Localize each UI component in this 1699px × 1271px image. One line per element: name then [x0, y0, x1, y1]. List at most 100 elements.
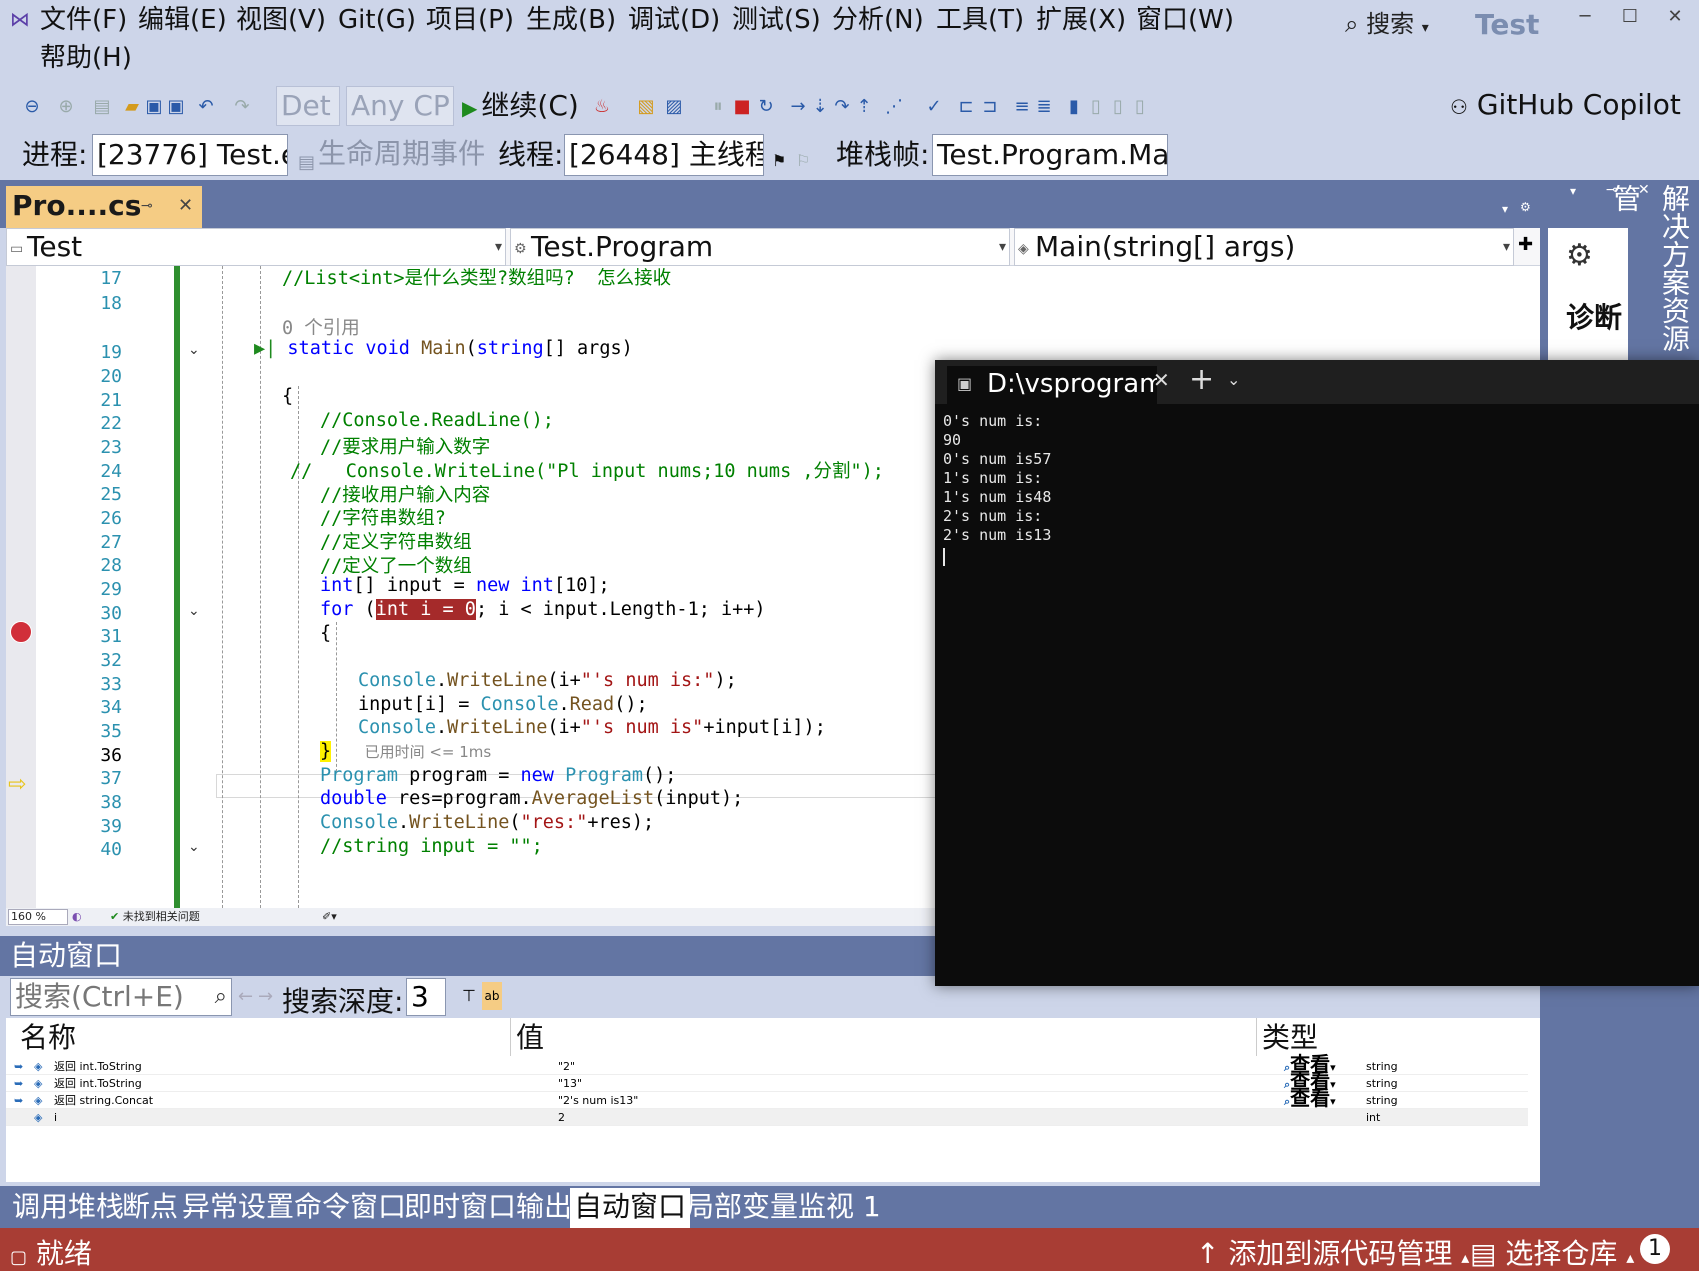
step-over-icon[interactable]: ↷	[832, 96, 852, 117]
hot-reload-icon[interactable]: ♨	[592, 96, 612, 117]
gear-icon[interactable]: ⚙	[1566, 238, 1593, 273]
restart-icon[interactable]: ↻	[756, 96, 776, 117]
member-combo[interactable]: ◈ Main(string[] args) ▾	[1014, 228, 1514, 266]
clear-bookmarks-icon[interactable]: ▯	[1130, 96, 1150, 117]
save-icon[interactable]: ▣	[144, 96, 164, 117]
new-tab-icon[interactable]: +	[1189, 362, 1214, 397]
menu-file[interactable]: 文件(F)	[40, 4, 127, 36]
pause-icon[interactable]: ⏸	[708, 96, 728, 117]
tab-overflow-icon[interactable]: ▾	[1502, 202, 1508, 216]
column-header-value[interactable]: 值	[516, 1020, 544, 1056]
tab-call-stack[interactable]: 调用堆栈	[8, 1188, 128, 1228]
undo-icon[interactable]: ↶	[196, 96, 216, 117]
tab-command-window[interactable]: 命令窗口	[290, 1188, 410, 1228]
collapse-icon[interactable]: ⌄	[188, 342, 200, 358]
continue-button[interactable]: ▶ 继续(C)	[462, 88, 579, 126]
tab-output[interactable]: 输出	[512, 1188, 576, 1228]
tab-breakpoints[interactable]: 断点	[118, 1188, 182, 1228]
menu-extensions[interactable]: 扩展(X)	[1036, 4, 1126, 36]
tab-exception-settings[interactable]: 异常设置	[178, 1188, 298, 1228]
maximize-button[interactable]: ☐	[1610, 6, 1650, 27]
tab-autos[interactable]: 自动窗口	[570, 1188, 691, 1228]
column-header-type[interactable]: 类型	[1262, 1020, 1318, 1056]
step-out-icon[interactable]: ⇡	[854, 96, 874, 117]
menu-tools[interactable]: 工具(T)	[936, 4, 1024, 36]
github-copilot-button[interactable]: ⚇ GitHub Copilot	[1450, 88, 1681, 121]
back-icon[interactable]: ⊖	[22, 96, 42, 117]
show-threads-icon[interactable]: ⚐	[796, 142, 810, 180]
format-icon[interactable]: ≡	[1012, 96, 1032, 117]
autos-search-input[interactable]: 搜索(Ctrl+E) ⌕	[10, 978, 232, 1016]
stack-frame-combo[interactable]: Test.Program.Ma	[932, 134, 1168, 176]
flag-icon[interactable]: ⚑	[772, 142, 786, 180]
menu-help[interactable]: 帮助(H)	[40, 42, 132, 74]
document-tab[interactable]: Pro....cs ⊸ ✕	[6, 186, 202, 228]
prev-bookmark-icon[interactable]: ▯	[1086, 96, 1106, 117]
next-bookmark-icon[interactable]: ▯	[1108, 96, 1128, 117]
zoom-combo[interactable]: 160 %	[8, 909, 68, 925]
platform-combo[interactable]: Any CP	[346, 86, 454, 126]
collapse-icon[interactable]: ⌄	[188, 839, 200, 855]
chevron-down-icon[interactable]: ⌄	[1227, 370, 1240, 389]
tab-immediate-window[interactable]: 即时窗口	[400, 1188, 520, 1228]
cleanup-icon[interactable]: ✐▾	[322, 908, 337, 926]
pin-filter-icon[interactable]: ⊤	[462, 986, 476, 1005]
step-into-icon[interactable]: ⇣	[810, 96, 830, 117]
issues-indicator[interactable]: ✔ 未找到相关问题	[110, 908, 200, 926]
redo-icon[interactable]: ↷	[232, 96, 252, 117]
hex-icon[interactable]: ⋰	[884, 96, 904, 117]
comment-icon[interactable]: ⊏	[956, 96, 976, 117]
table-row[interactable]: ◈ i 2 int	[6, 1109, 1528, 1126]
collapse-icon[interactable]: ⌄	[188, 603, 200, 619]
menu-window[interactable]: 窗口(W)	[1136, 4, 1234, 36]
close-tab-icon[interactable]: ✕	[1153, 368, 1170, 392]
chevron-down-icon[interactable]: ▾	[1570, 184, 1576, 198]
open-folder-icon[interactable]: ▰	[122, 96, 142, 117]
diagnostics-icon[interactable]: ▨	[664, 96, 684, 117]
column-header-name[interactable]: 名称	[20, 1020, 76, 1056]
thread-combo[interactable]: [26448] 主线程	[564, 134, 764, 176]
settings-small-icon[interactable]: ⚙	[1520, 200, 1531, 214]
menu-build[interactable]: 生成(B)	[526, 4, 616, 36]
spell-check-icon[interactable]: ✓	[924, 96, 944, 117]
search-depth-combo[interactable]: 3	[406, 978, 446, 1016]
menu-analyze[interactable]: 分析(N)	[832, 4, 924, 36]
process-combo[interactable]: [23776] Test.e	[92, 134, 288, 176]
view-button[interactable]: ⌕查看▾	[1284, 1088, 1336, 1110]
table-row[interactable]: ➥ ◈ 返回 string.Concat "2's num is13" ⌕查看▾…	[6, 1088, 1528, 1110]
class-combo[interactable]: ⚙ Test.Program ▾	[510, 228, 1010, 266]
search-box[interactable]: ⌕ 搜索 ▾	[1345, 4, 1429, 39]
close-window-button[interactable]: ✕	[1655, 6, 1695, 27]
add-to-source-control-button[interactable]: ↑ 添加到源代码管理 ▴	[1196, 1232, 1469, 1271]
menu-edit[interactable]: 编辑(E)	[138, 4, 227, 36]
terminal-window[interactable]: ▣ D:\vsprogram ✕ + ⌄ 0's num is: 90 0's …	[935, 360, 1699, 986]
terminal-tab[interactable]: ▣ D:\vsprogram	[947, 366, 1157, 404]
reference-count[interactable]: 0 个引用	[282, 314, 360, 340]
uncomment-icon[interactable]: ⊐	[980, 96, 1000, 117]
select-repository-button[interactable]: ▤ 选择仓库 ▴	[1470, 1232, 1634, 1271]
project-combo[interactable]: ▭ Test ▾	[6, 228, 506, 266]
browse-icon[interactable]: ▧	[636, 96, 656, 117]
stop-icon[interactable]: ■	[732, 96, 752, 117]
indent-icon[interactable]: ≣	[1034, 96, 1054, 117]
notifications-badge[interactable]: 1	[1640, 1234, 1670, 1264]
hex-display-icon[interactable]: ab	[482, 982, 502, 1010]
split-editor-icon[interactable]: ✚	[1518, 234, 1533, 255]
lifecycle-events-combo[interactable]: 生命周期事件	[314, 134, 484, 176]
minimize-button[interactable]: ─	[1565, 6, 1605, 27]
menu-view[interactable]: 视图(V)	[236, 4, 326, 36]
menu-test[interactable]: 测试(S)	[732, 4, 821, 36]
new-item-icon[interactable]: ▤	[92, 96, 112, 117]
bookmark-icon[interactable]: ▮	[1064, 96, 1084, 117]
back-arrow-icon[interactable]: ←	[238, 986, 253, 1007]
breakpoint-icon[interactable]	[10, 621, 32, 643]
solution-explorer-tab[interactable]: 解决方案资源管	[1609, 180, 1699, 360]
menu-git[interactable]: Git(G)	[338, 4, 416, 36]
configuration-combo[interactable]: Det	[276, 86, 340, 126]
menu-debug[interactable]: 调试(D)	[628, 4, 720, 36]
intellicode-icon[interactable]: ◐	[72, 908, 82, 926]
tab-watch-1[interactable]: 监视 1	[794, 1188, 885, 1228]
save-all-icon[interactable]: ▣	[166, 96, 186, 117]
column-separator[interactable]	[510, 1018, 511, 1056]
pin-icon[interactable]: ⊸	[141, 186, 153, 226]
